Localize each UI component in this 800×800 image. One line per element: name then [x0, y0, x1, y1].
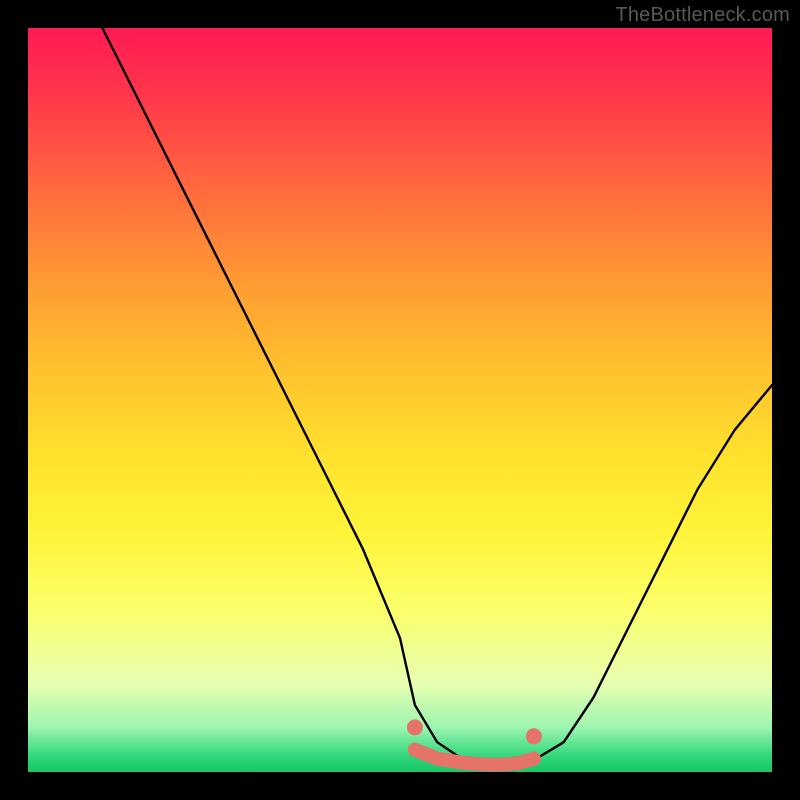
bottleneck-curve-svg — [28, 28, 772, 772]
optimal-range-line — [415, 750, 534, 765]
watermark-text: TheBottleneck.com — [615, 4, 790, 27]
optimal-range-end-dot — [526, 728, 542, 744]
optimal-range-start-dot — [407, 719, 423, 735]
plot-area — [28, 28, 772, 772]
chart-frame: TheBottleneck.com — [0, 0, 800, 800]
bottleneck-curve-path — [102, 28, 772, 763]
